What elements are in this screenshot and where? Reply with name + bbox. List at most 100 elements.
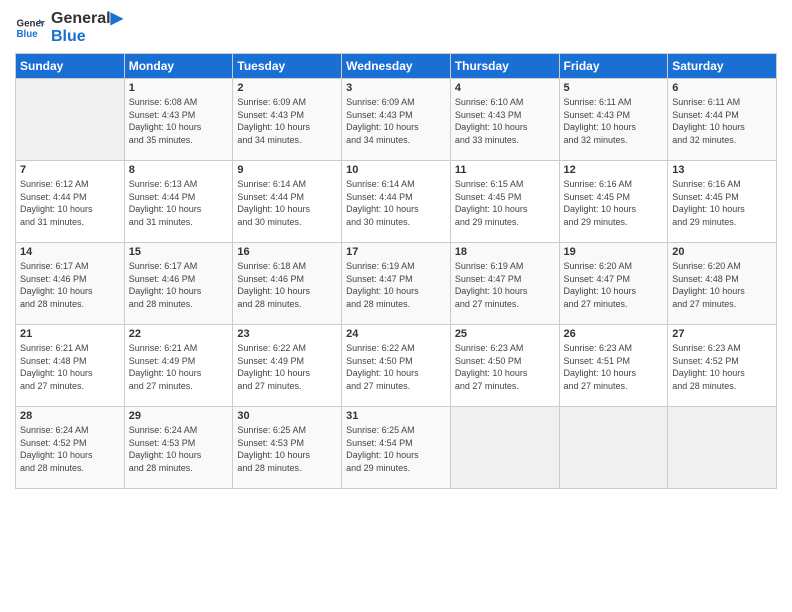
day-number: 7 <box>20 164 120 176</box>
svg-text:General: General <box>17 18 46 29</box>
day-number: 22 <box>129 328 229 340</box>
calendar-cell: 8 Sunrise: 6:13 AM Sunset: 4:44 PM Daylig… <box>124 161 233 243</box>
day-info: Sunrise: 6:22 AM Sunset: 4:50 PM Dayligh… <box>346 342 446 392</box>
calendar-cell: 12 Sunrise: 6:16 AM Sunset: 4:45 PM Dayli… <box>559 161 668 243</box>
day-info: Sunrise: 6:20 AM Sunset: 4:48 PM Dayligh… <box>672 260 772 310</box>
calendar-week-1: 7 Sunrise: 6:12 AM Sunset: 4:44 PM Daylig… <box>16 161 777 243</box>
day-info: Sunrise: 6:10 AM Sunset: 4:43 PM Dayligh… <box>455 96 555 146</box>
calendar-cell: 19 Sunrise: 6:20 AM Sunset: 4:47 PM Dayli… <box>559 243 668 325</box>
day-number: 10 <box>346 164 446 176</box>
day-number: 8 <box>129 164 229 176</box>
day-number: 17 <box>346 246 446 258</box>
day-number: 5 <box>564 82 664 94</box>
day-number: 21 <box>20 328 120 340</box>
day-info: Sunrise: 6:19 AM Sunset: 4:47 PM Dayligh… <box>346 260 446 310</box>
calendar-cell: 31 Sunrise: 6:25 AM Sunset: 4:54 PM Dayli… <box>342 407 451 489</box>
calendar-week-4: 28 Sunrise: 6:24 AM Sunset: 4:52 PM Dayli… <box>16 407 777 489</box>
calendar-week-0: 1 Sunrise: 6:08 AM Sunset: 4:43 PM Daylig… <box>16 79 777 161</box>
day-number: 20 <box>672 246 772 258</box>
day-info: Sunrise: 6:09 AM Sunset: 4:43 PM Dayligh… <box>237 96 337 146</box>
weekday-header-monday: Monday <box>124 54 233 79</box>
weekday-header-sunday: Sunday <box>16 54 125 79</box>
main-container: General Blue General▶ Blue SundayMondayT… <box>0 0 792 499</box>
calendar-cell <box>668 407 777 489</box>
day-number: 18 <box>455 246 555 258</box>
logo-line1: General▶ <box>51 10 123 28</box>
day-number: 4 <box>455 82 555 94</box>
day-info: Sunrise: 6:25 AM Sunset: 4:54 PM Dayligh… <box>346 424 446 474</box>
calendar-week-2: 14 Sunrise: 6:17 AM Sunset: 4:46 PM Dayli… <box>16 243 777 325</box>
day-info: Sunrise: 6:20 AM Sunset: 4:47 PM Dayligh… <box>564 260 664 310</box>
weekday-header-wednesday: Wednesday <box>342 54 451 79</box>
calendar-cell: 29 Sunrise: 6:24 AM Sunset: 4:53 PM Dayli… <box>124 407 233 489</box>
weekday-header-thursday: Thursday <box>450 54 559 79</box>
day-number: 12 <box>564 164 664 176</box>
calendar-week-3: 21Sunrise: 6:21 AM Sunset: 4:48 PM Dayli… <box>16 325 777 407</box>
day-info: Sunrise: 6:19 AM Sunset: 4:47 PM Dayligh… <box>455 260 555 310</box>
day-info: Sunrise: 6:25 AM Sunset: 4:53 PM Dayligh… <box>237 424 337 474</box>
day-info: Sunrise: 6:23 AM Sunset: 4:52 PM Dayligh… <box>672 342 772 392</box>
day-number: 28 <box>20 410 120 422</box>
day-info: Sunrise: 6:17 AM Sunset: 4:46 PM Dayligh… <box>20 260 120 310</box>
day-info: Sunrise: 6:21 AM Sunset: 4:49 PM Dayligh… <box>129 342 229 392</box>
calendar-cell: 3 Sunrise: 6:09 AM Sunset: 4:43 PM Daylig… <box>342 79 451 161</box>
calendar-cell: 15Sunrise: 6:17 AM Sunset: 4:46 PM Dayli… <box>124 243 233 325</box>
calendar-cell: 22 Sunrise: 6:21 AM Sunset: 4:49 PM Dayli… <box>124 325 233 407</box>
calendar-cell: 30 Sunrise: 6:25 AM Sunset: 4:53 PM Dayli… <box>233 407 342 489</box>
calendar-cell: 28 Sunrise: 6:24 AM Sunset: 4:52 PM Dayli… <box>16 407 125 489</box>
day-number: 1 <box>129 82 229 94</box>
calendar-cell: 14 Sunrise: 6:17 AM Sunset: 4:46 PM Dayli… <box>16 243 125 325</box>
day-number: 23 <box>237 328 337 340</box>
logo-line2: Blue <box>51 28 123 46</box>
day-info: Sunrise: 6:23 AM Sunset: 4:51 PM Dayligh… <box>564 342 664 392</box>
day-number: 2 <box>237 82 337 94</box>
day-info: Sunrise: 6:08 AM Sunset: 4:43 PM Dayligh… <box>129 96 229 146</box>
calendar-cell <box>450 407 559 489</box>
calendar-cell: 6Sunrise: 6:11 AM Sunset: 4:44 PM Daylig… <box>668 79 777 161</box>
day-number: 13 <box>672 164 772 176</box>
day-number: 31 <box>346 410 446 422</box>
day-info: Sunrise: 6:11 AM Sunset: 4:43 PM Dayligh… <box>564 96 664 146</box>
calendar-cell <box>559 407 668 489</box>
calendar-cell: 18 Sunrise: 6:19 AM Sunset: 4:47 PM Dayli… <box>450 243 559 325</box>
day-info: Sunrise: 6:09 AM Sunset: 4:43 PM Dayligh… <box>346 96 446 146</box>
day-info: Sunrise: 6:12 AM Sunset: 4:44 PM Dayligh… <box>20 178 120 228</box>
day-number: 3 <box>346 82 446 94</box>
calendar-cell: 21Sunrise: 6:21 AM Sunset: 4:48 PM Dayli… <box>16 325 125 407</box>
calendar-cell <box>16 79 125 161</box>
day-number: 29 <box>129 410 229 422</box>
calendar-cell: 9Sunrise: 6:14 AM Sunset: 4:44 PM Daylig… <box>233 161 342 243</box>
day-number: 27 <box>672 328 772 340</box>
calendar-cell: 27 Sunrise: 6:23 AM Sunset: 4:52 PM Dayli… <box>668 325 777 407</box>
day-info: Sunrise: 6:15 AM Sunset: 4:45 PM Dayligh… <box>455 178 555 228</box>
weekday-header-row: SundayMondayTuesdayWednesdayThursdayFrid… <box>16 54 777 79</box>
calendar-table: SundayMondayTuesdayWednesdayThursdayFrid… <box>15 53 777 489</box>
logo-icon: General Blue <box>15 13 45 43</box>
day-number: 6 <box>672 82 772 94</box>
day-info: Sunrise: 6:13 AM Sunset: 4:44 PM Dayligh… <box>129 178 229 228</box>
calendar-cell: 17 Sunrise: 6:19 AM Sunset: 4:47 PM Dayli… <box>342 243 451 325</box>
day-number: 19 <box>564 246 664 258</box>
calendar-cell: 4 Sunrise: 6:10 AM Sunset: 4:43 PM Daylig… <box>450 79 559 161</box>
svg-text:Blue: Blue <box>17 29 39 40</box>
calendar-cell: 26Sunrise: 6:23 AM Sunset: 4:51 PM Dayli… <box>559 325 668 407</box>
weekday-header-tuesday: Tuesday <box>233 54 342 79</box>
day-number: 25 <box>455 328 555 340</box>
calendar-cell: 11 Sunrise: 6:15 AM Sunset: 4:45 PM Dayli… <box>450 161 559 243</box>
day-info: Sunrise: 6:18 AM Sunset: 4:46 PM Dayligh… <box>237 260 337 310</box>
calendar-cell: 2 Sunrise: 6:09 AM Sunset: 4:43 PM Daylig… <box>233 79 342 161</box>
day-info: Sunrise: 6:24 AM Sunset: 4:52 PM Dayligh… <box>20 424 120 474</box>
day-info: Sunrise: 6:24 AM Sunset: 4:53 PM Dayligh… <box>129 424 229 474</box>
calendar-cell: 16Sunrise: 6:18 AM Sunset: 4:46 PM Dayli… <box>233 243 342 325</box>
day-number: 11 <box>455 164 555 176</box>
calendar-cell: 10 Sunrise: 6:14 AM Sunset: 4:44 PM Dayli… <box>342 161 451 243</box>
day-number: 24 <box>346 328 446 340</box>
day-number: 14 <box>20 246 120 258</box>
day-number: 15 <box>129 246 229 258</box>
day-info: Sunrise: 6:22 AM Sunset: 4:49 PM Dayligh… <box>237 342 337 392</box>
calendar-cell: 13Sunrise: 6:16 AM Sunset: 4:45 PM Dayli… <box>668 161 777 243</box>
day-number: 30 <box>237 410 337 422</box>
weekday-header-saturday: Saturday <box>668 54 777 79</box>
day-info: Sunrise: 6:14 AM Sunset: 4:44 PM Dayligh… <box>346 178 446 228</box>
day-info: Sunrise: 6:16 AM Sunset: 4:45 PM Dayligh… <box>564 178 664 228</box>
